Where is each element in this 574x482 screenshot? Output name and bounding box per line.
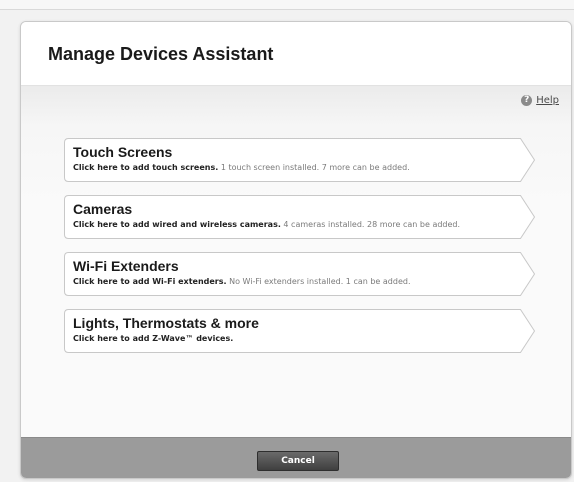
manage-devices-dialog: Manage Devices Assistant ? Help Touch Sc… bbox=[20, 21, 572, 479]
option-wifi-extenders[interactable]: Wi-Fi Extenders Click here to add Wi-Fi … bbox=[64, 252, 536, 296]
option-title: Cameras bbox=[73, 201, 133, 217]
option-title: Lights, Thermostats & more bbox=[73, 315, 259, 331]
top-divider bbox=[0, 0, 574, 10]
option-title: Wi-Fi Extenders bbox=[73, 258, 179, 274]
question-icon: ? bbox=[521, 95, 533, 106]
option-description: Click here to add touch screens. 1 touch… bbox=[73, 163, 410, 172]
option-z-wave-devices[interactable]: Lights, Thermostats & more Click here to… bbox=[64, 309, 536, 353]
option-status: 4 cameras installed. 28 more can be adde… bbox=[283, 220, 461, 229]
option-description: Click here to add Z-Wave™ devices. bbox=[73, 334, 233, 343]
option-action: Click here to add touch screens. bbox=[73, 163, 219, 172]
option-action: Click here to add wired and wireless cam… bbox=[73, 220, 281, 229]
option-status: 1 touch screen installed. 7 more can be … bbox=[220, 163, 410, 172]
option-action: Click here to add Wi-Fi extenders. bbox=[73, 277, 227, 286]
cancel-button[interactable]: Cancel bbox=[257, 451, 339, 471]
dialog-title: Manage Devices Assistant bbox=[48, 44, 274, 64]
option-card-shape bbox=[64, 195, 536, 239]
option-touch-screens[interactable]: Touch Screens Click here to add touch sc… bbox=[64, 138, 536, 182]
dialog-footer: Cancel bbox=[21, 437, 571, 478]
option-description: Click here to add wired and wireless cam… bbox=[73, 220, 460, 229]
help-label: Help bbox=[536, 95, 559, 106]
option-cameras[interactable]: Cameras Click here to add wired and wire… bbox=[64, 195, 536, 239]
help-link[interactable]: ? Help bbox=[521, 95, 559, 106]
dialog-body: ? Help Touch Screens Click here to add t… bbox=[21, 85, 571, 438]
option-title: Touch Screens bbox=[73, 144, 173, 160]
option-status: No Wi-Fi extenders installed. 1 can be a… bbox=[229, 277, 411, 286]
option-description: Click here to add Wi-Fi extenders. No Wi… bbox=[73, 277, 411, 286]
option-action: Click here to add Z-Wave™ devices. bbox=[73, 334, 234, 343]
dialog-header: Manage Devices Assistant bbox=[21, 22, 571, 84]
